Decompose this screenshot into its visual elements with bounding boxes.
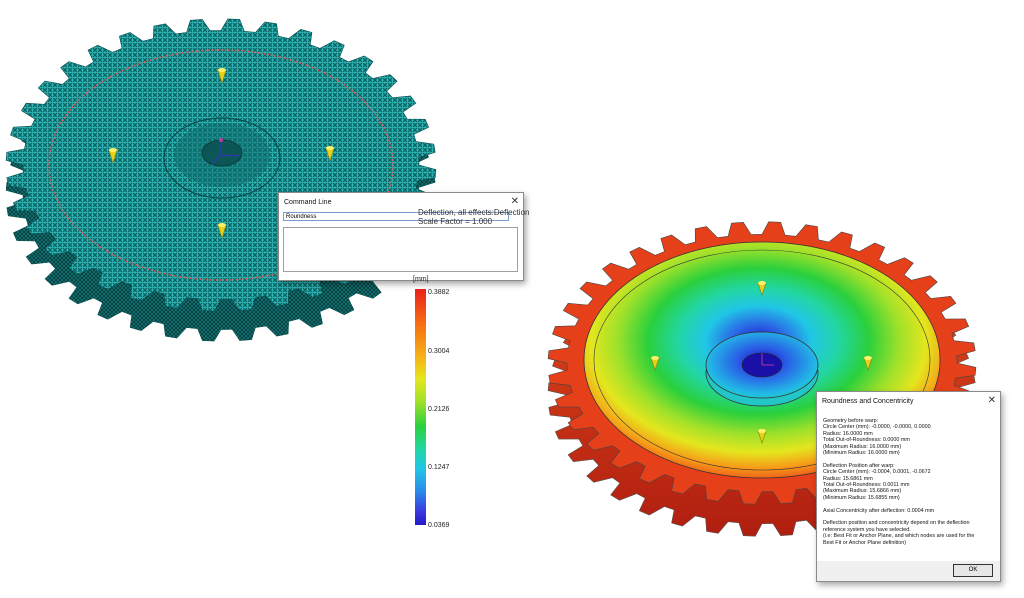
deflection-info: Deflection, all effects:Deflection Scale… — [418, 208, 529, 226]
colorbar-tick-min: 0.0369 — [428, 522, 450, 529]
command-line-dialog: Command Line ✕ Roundness — [278, 192, 524, 281]
deflection-info-line2: Scale Factor = 1.000 — [418, 217, 493, 226]
close-icon[interactable]: ✕ — [511, 197, 519, 207]
result-line: Best Fit or Anchor Plane definition) — [823, 539, 906, 546]
command-output-area[interactable] — [283, 227, 518, 272]
colorbar-tick: 0.1247 — [428, 464, 450, 471]
mesh-gear-view — [0, 0, 440, 360]
ok-button[interactable]: OK — [953, 564, 993, 577]
colorbar-tick: 0.3004 — [428, 348, 450, 355]
colorbar-tick-max: 0.3882 — [428, 289, 450, 296]
roundness-title: Roundness and Concentricity — [822, 397, 914, 405]
close-icon[interactable]: ✕ — [988, 396, 996, 406]
roundness-dialog: Roundness and Concentricity ✕ Geometry b… — [816, 391, 1001, 582]
colorbar-tick: 0.2126 — [428, 406, 450, 413]
mesh-gear-body — [5, 18, 437, 342]
colorbar-unit: [mm] — [413, 276, 429, 283]
roundness-titlebar[interactable]: Roundness and Concentricity ✕ — [817, 392, 1000, 410]
colorbar — [415, 289, 426, 525]
command-line-title: Command Line — [284, 198, 332, 206]
deflection-info-line1: Deflection, all effects:Deflection — [418, 208, 530, 217]
roundness-results-text: Geometry before warp: Circle Center (mm):… — [823, 418, 1007, 546]
